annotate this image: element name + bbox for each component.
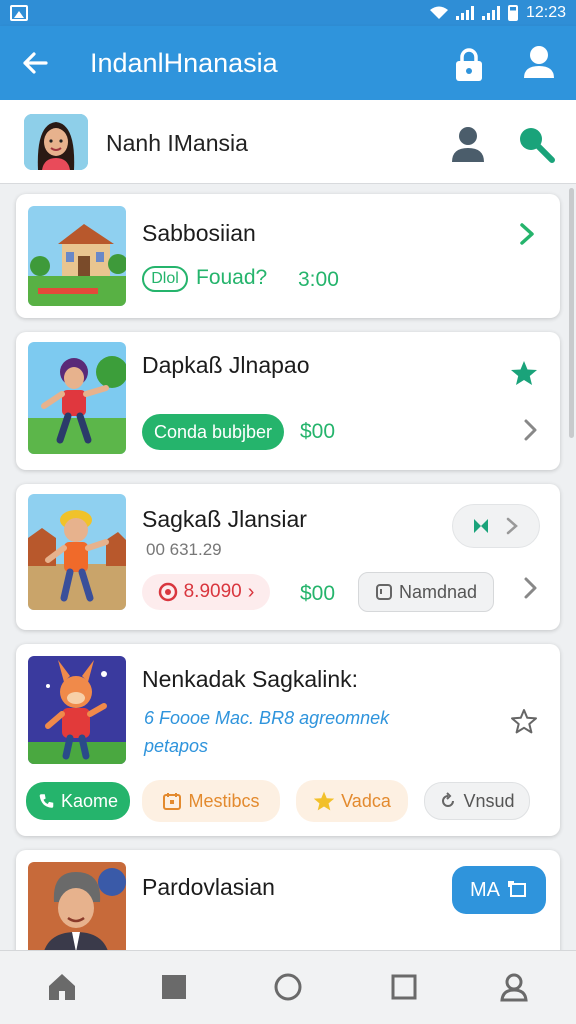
recents-square-icon[interactable] [388,971,420,1003]
list-item[interactable]: Nenkadak Sagkalink: 6 Foooe Mac. BR8 agr… [16,644,560,836]
bottom-navigation [0,950,576,1024]
item-subtitle: Fouad? [196,266,268,289]
chevron-right-icon[interactable] [522,418,538,442]
arrow-left-icon [23,52,48,74]
home-circle-icon[interactable] [272,971,304,1003]
item-thumbnail [28,656,126,764]
chevron-right-icon [506,517,518,535]
list-item[interactable]: Pardovlasian MA [16,850,560,962]
item-price: 3:00 [298,268,339,291]
tag-button[interactable]: Mestibcs [142,780,280,822]
item-meta: 00 631.29 [146,540,222,559]
user-icon[interactable] [522,44,556,80]
chevron-right-icon[interactable] [518,222,536,246]
item-badge: Dlol [142,266,188,292]
page-title: IndanlHnanasia [90,47,278,78]
item-thumbnail [28,494,126,610]
scrollbar[interactable] [569,188,574,438]
profile-header: Nanh IMansia [0,100,576,184]
stop-square-icon[interactable] [158,971,190,1003]
tag-button[interactable]: Kaome [26,782,130,820]
profile-icon[interactable] [498,971,530,1003]
item-title: Sabbosiian [142,220,256,246]
person-icon[interactable] [450,124,486,164]
search-icon[interactable] [516,124,556,164]
star-icon [313,791,335,811]
item-title: Dapkaß Jlnapao [142,352,310,378]
status-time: 12:23 [525,4,566,21]
tag-button[interactable]: Vnsud [424,782,530,820]
item-description: 6 Foooe Mac. BR8 agreomnek [144,708,390,728]
tag-label: Kaome [60,790,118,811]
home-icon[interactable] [46,971,78,1003]
note-icon [375,584,392,600]
signal-icon [455,6,474,20]
bowtie-icon [474,519,488,533]
item-title: Pardovlasian [142,874,275,900]
wifi-icon [429,6,448,19]
item-thumbnail [28,342,126,454]
tag-button[interactable]: Vadca [296,780,408,822]
target-icon [158,582,177,602]
item-chip-label: 8.9090 [183,581,242,602]
item-price: $00 [300,420,336,443]
star-outline-icon[interactable] [510,708,538,734]
list-item[interactable]: Sagkaß Jlansiar 00 631.29 8.9090 › $00 N… [16,484,560,630]
back-button[interactable] [0,26,70,100]
item-price: $00 [300,582,336,605]
list-item[interactable]: Dapkaß Jlnapao Conda bubjber $00 [16,332,560,470]
tag-label: Mestibcs [188,790,260,811]
gallery-icon [10,5,28,21]
item-action-button[interactable]: MA [452,866,546,914]
battery-icon [507,5,518,21]
status-bar: 12:23 [0,0,576,26]
star-icon[interactable] [510,360,538,386]
item-description: petapos [144,736,209,756]
item-chip[interactable]: 8.9090 › [142,574,270,610]
item-action-label: MA [470,878,500,901]
item-thumbnail [28,206,126,306]
item-thumbnail [28,862,126,962]
secondary-button[interactable]: Namdnad [358,572,494,612]
refresh-icon [442,792,455,807]
item-title: Sagkaß Jlansiar [142,506,307,532]
signal-icon [481,6,500,20]
calendar-icon [163,793,182,810]
window-icon [508,881,526,897]
tag-label: Vadca [341,790,391,811]
profile-name: Nanh IMansia [106,130,248,156]
secondary-button-label: Namdnad [398,581,478,602]
tag-label: Vnsud [463,790,515,811]
chevron-right-icon: › [247,580,255,603]
item-title: Nenkadak Sagkalink: [142,666,359,692]
avatar[interactable] [24,114,88,170]
list-item[interactable]: Sabbosiian Dlol Fouad? 3:00 [16,194,560,318]
lock-icon[interactable] [454,48,484,82]
media-toggle[interactable] [452,504,540,548]
app-bar: IndanlHnanasia [0,26,576,100]
phone-icon [39,794,54,808]
chevron-right-icon[interactable] [522,576,538,600]
item-action-button[interactable]: Conda bubjber [142,414,284,450]
